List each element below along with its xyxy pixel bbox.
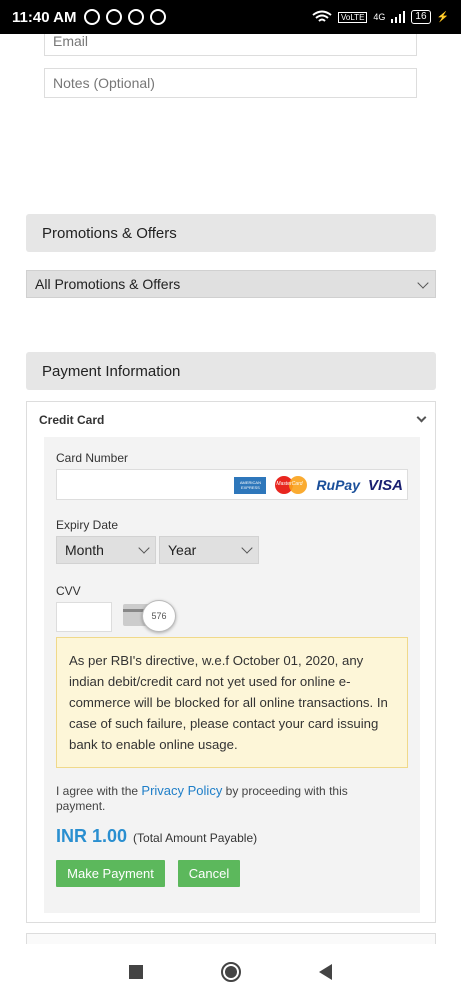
alarm-icon (84, 9, 101, 25)
cvv-card-icon: 576 (123, 599, 177, 633)
wifi-icon (312, 10, 332, 22)
network-type: 4G (373, 12, 386, 22)
cvv-label: CVV (56, 584, 81, 598)
agree-prefix: I agree with the (56, 784, 139, 798)
email-placeholder: Email (53, 34, 89, 49)
status-time: 11:40 AM (12, 8, 77, 26)
card-number-label: Card Number (56, 451, 129, 465)
mastercard-label: MasterCard (276, 481, 303, 487)
app-notification-icon-2 (150, 9, 167, 25)
volte-icon: VoLTE (337, 11, 368, 23)
next-panel-edge (26, 933, 436, 944)
promotions-select[interactable]: All Promotions & Offers (26, 270, 436, 298)
amount-value: INR 1.00 (56, 826, 128, 846)
make-payment-button[interactable]: Make Payment (56, 860, 165, 887)
payment-heading: Payment Information (26, 352, 436, 390)
back-icon[interactable] (319, 964, 332, 980)
status-right: VoLTE 4G 16 ⚡ (312, 10, 449, 24)
cvv-hint-digits: 576 (142, 600, 176, 632)
signal-icon (391, 11, 406, 23)
status-bar: 11:40 AM VoLTE 4G 16 ⚡ (0, 0, 461, 34)
email-field[interactable]: Email (44, 34, 417, 56)
collapse-chevron-icon[interactable] (416, 412, 427, 423)
whatsapp-icon (106, 9, 123, 25)
rbi-notice: As per RBI's directive, w.e.f October 01… (56, 637, 408, 768)
expiry-year-select[interactable]: Year (159, 536, 259, 564)
credit-card-panel: Credit Card Card Number AMERICAN EXPRESS… (26, 401, 436, 923)
card-brand-logos: AMERICAN EXPRESS MasterCard RuPay VISA (234, 476, 403, 494)
recents-icon[interactable] (129, 965, 143, 979)
month-chevron-icon (138, 542, 150, 554)
notes-field[interactable]: Notes (Optional) (44, 68, 417, 98)
cvv-input[interactable] (56, 602, 112, 632)
charging-icon: ⚡ (436, 11, 449, 23)
year-value: Year (168, 542, 197, 558)
amex-icon: AMERICAN EXPRESS (234, 476, 267, 494)
payment-heading-text: Payment Information (42, 362, 181, 380)
promotions-heading: Promotions & Offers (26, 214, 436, 252)
navigation-bar (0, 944, 461, 1000)
privacy-policy-link[interactable]: Privacy Policy (141, 783, 222, 798)
expiry-label: Expiry Date (56, 518, 119, 532)
page-content: Email Notes (Optional) Promotions & Offe… (0, 34, 461, 944)
notes-placeholder: Notes (Optional) (53, 75, 155, 91)
card-number-input[interactable]: AMERICAN EXPRESS MasterCard RuPay VISA (56, 469, 408, 500)
notification-icons (84, 9, 167, 25)
month-value: Month (65, 542, 104, 558)
agreement-text: I agree with the Privacy Policy by proce… (56, 783, 396, 814)
amount-row: INR 1.00 (Total Amount Payable) (56, 826, 257, 847)
credit-card-title[interactable]: Credit Card (39, 413, 104, 427)
battery-icon: 16 (411, 10, 431, 24)
rupay-icon: RuPay (316, 477, 360, 493)
amount-note: (Total Amount Payable) (133, 831, 258, 845)
promotions-selected-value: All Promotions & Offers (35, 276, 181, 292)
app-notification-icon (128, 9, 145, 25)
home-icon[interactable] (221, 962, 241, 982)
expiry-month-select[interactable]: Month (56, 536, 156, 564)
chevron-down-icon (417, 277, 429, 289)
cancel-button[interactable]: Cancel (178, 860, 240, 887)
promotions-heading-text: Promotions & Offers (42, 224, 177, 242)
visa-icon: VISA (367, 476, 403, 494)
rbi-notice-text: As per RBI's directive, w.e.f October 01… (69, 653, 388, 752)
mastercard-icon: MasterCard (274, 476, 308, 494)
card-form: Card Number AMERICAN EXPRESS MasterCard … (44, 437, 420, 913)
year-chevron-icon (241, 542, 253, 554)
